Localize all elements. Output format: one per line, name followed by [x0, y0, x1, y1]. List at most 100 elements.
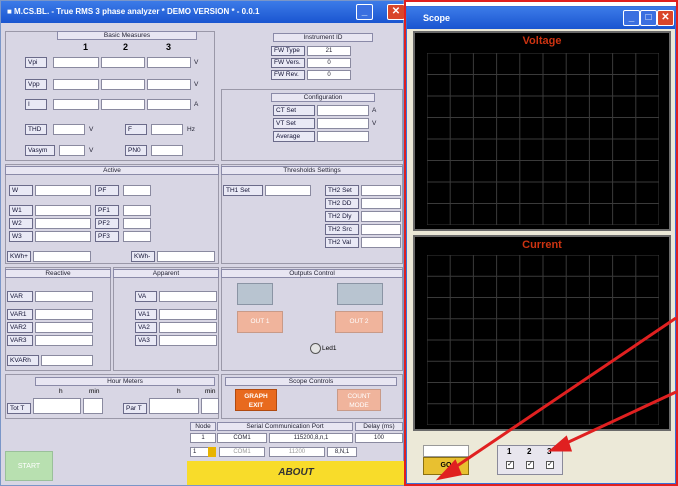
- serial-port-header: Serial Communication Port: [217, 422, 353, 431]
- active-header: Active: [5, 166, 219, 175]
- about-button[interactable]: ABOUT: [187, 461, 405, 485]
- th2-val-field[interactable]: [361, 237, 401, 248]
- current-field-1[interactable]: [53, 99, 99, 110]
- count-mode-button[interactable]: COUNT MODE: [337, 389, 381, 411]
- node-select-stepper[interactable]: [208, 447, 216, 457]
- start-button[interactable]: START: [5, 451, 53, 481]
- close-button[interactable]: ✕: [387, 4, 405, 20]
- thd-label: THD: [25, 124, 47, 135]
- freq-field[interactable]: [151, 124, 183, 135]
- va-field[interactable]: [159, 291, 217, 302]
- port-select[interactable]: COM1: [219, 447, 265, 457]
- col-header-1: 1: [83, 42, 89, 52]
- out2-indicator: [337, 283, 383, 305]
- thresholds-header: Thresholds Settings: [221, 166, 403, 175]
- th2-dd-field[interactable]: [361, 198, 401, 209]
- current-field-2[interactable]: [101, 99, 145, 110]
- th2-set-field[interactable]: [361, 185, 401, 196]
- graph-exit-button[interactable]: GRAPH EXIT: [235, 389, 277, 411]
- kvarh-label: KVARh: [7, 355, 39, 366]
- fw-type-value: 21: [307, 46, 351, 56]
- parity-select[interactable]: 8,N,1: [327, 447, 357, 457]
- par-t-hours-field[interactable]: [149, 398, 199, 414]
- channel-3-checkbox[interactable]: ✓: [546, 461, 554, 469]
- pf3-label: PF3: [95, 231, 119, 242]
- var3-field[interactable]: [35, 335, 93, 346]
- thd-field[interactable]: [53, 124, 85, 135]
- reactive-header: Reactive: [5, 269, 111, 278]
- tot-t-hours-field[interactable]: [33, 398, 81, 414]
- va1-field[interactable]: [159, 309, 217, 320]
- w3-field[interactable]: [35, 231, 91, 242]
- main-title: ■ M.CS.BL. - True RMS 3 phase analyzer *…: [7, 7, 260, 16]
- vasym-field[interactable]: [59, 145, 85, 156]
- out2-button[interactable]: OUT 2: [335, 311, 383, 333]
- vpi-field-3[interactable]: [147, 57, 191, 68]
- vpp-unit: V: [194, 81, 199, 88]
- tot-t-label: Tot T: [7, 403, 31, 414]
- var2-label: VAR2: [7, 322, 33, 333]
- go-button[interactable]: GO: [423, 457, 469, 475]
- va3-field[interactable]: [159, 335, 217, 346]
- led1-icon: [310, 343, 321, 354]
- thd-unit: V: [89, 126, 94, 133]
- va2-field[interactable]: [159, 322, 217, 333]
- fw-type-label: FW Type: [271, 46, 305, 56]
- baud-select[interactable]: 11200: [269, 447, 325, 457]
- var1-field[interactable]: [35, 309, 93, 320]
- tot-min-unit: min: [89, 388, 100, 395]
- pf-field[interactable]: [123, 185, 151, 196]
- main-title-bar: ■ M.CS.BL. - True RMS 3 phase analyzer *…: [1, 1, 403, 23]
- par-min-unit: min: [205, 388, 216, 395]
- node-value: 1: [190, 433, 216, 443]
- par-t-min-field[interactable]: [201, 398, 219, 414]
- pf2-field[interactable]: [123, 218, 151, 229]
- channel-1-checkbox[interactable]: ✓: [506, 461, 514, 469]
- w-field[interactable]: [35, 185, 91, 196]
- var-label: VAR: [7, 291, 33, 302]
- w2-label: W2: [9, 218, 33, 229]
- th1-set-field[interactable]: [265, 185, 311, 196]
- basic-measures-group: [5, 31, 215, 161]
- vpp-field-1[interactable]: [53, 79, 99, 90]
- delay-value: 100: [355, 433, 403, 443]
- freq-label: F: [125, 124, 147, 135]
- vt-set-label: VT Set: [273, 118, 315, 129]
- pf3-field[interactable]: [123, 231, 151, 242]
- voltage-scope: Voltage: [413, 31, 671, 231]
- average-field[interactable]: [317, 131, 369, 142]
- th2-src-field[interactable]: [361, 224, 401, 235]
- w2-field[interactable]: [35, 218, 91, 229]
- scope-close-button[interactable]: ✕: [657, 10, 674, 26]
- minimize-button[interactable]: _: [356, 4, 373, 20]
- out1-button[interactable]: OUT 1: [237, 311, 283, 333]
- col-header-3: 3: [166, 42, 172, 52]
- kwh-plus-field[interactable]: [33, 251, 91, 262]
- pn0-field[interactable]: [151, 145, 183, 156]
- kwh-minus-field[interactable]: [157, 251, 215, 262]
- vpi-label: Vpi: [25, 57, 47, 68]
- var-field[interactable]: [35, 291, 93, 302]
- pf1-field[interactable]: [123, 205, 151, 216]
- tot-t-min-field[interactable]: [83, 398, 103, 414]
- w-label: W: [9, 185, 33, 196]
- current-field-3[interactable]: [147, 99, 191, 110]
- vpp-field-2[interactable]: [101, 79, 145, 90]
- var2-field[interactable]: [35, 322, 93, 333]
- kvarh-field[interactable]: [41, 355, 93, 366]
- w1-field[interactable]: [35, 205, 91, 216]
- w3-label: W3: [9, 231, 33, 242]
- vpp-field-3[interactable]: [147, 79, 191, 90]
- channel-3-label: 3: [547, 447, 552, 456]
- vpi-field-2[interactable]: [101, 57, 145, 68]
- scope-minimize-button[interactable]: _: [623, 10, 640, 26]
- vpi-field-1[interactable]: [53, 57, 99, 68]
- kwh-plus-label: KWh+: [7, 251, 31, 262]
- ct-set-field[interactable]: [317, 105, 369, 116]
- th2-dd-label: TH2 DD: [325, 198, 359, 209]
- vt-set-field[interactable]: [317, 118, 369, 129]
- channel-2-checkbox[interactable]: ✓: [526, 461, 534, 469]
- vasym-unit: V: [89, 147, 94, 154]
- scope-maximize-button[interactable]: □: [640, 10, 657, 26]
- th2-dly-field[interactable]: [361, 211, 401, 222]
